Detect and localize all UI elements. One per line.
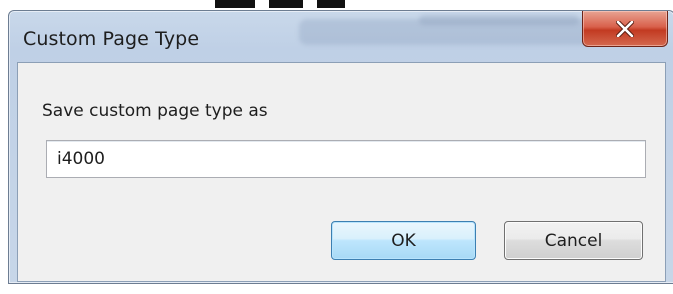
dialog-title: Custom Page Type [23, 28, 200, 50]
save-as-label: Save custom page type as [42, 101, 268, 121]
dialog-client-area: Save custom page type as OK Cancel [17, 62, 666, 282]
close-button[interactable] [582, 11, 668, 47]
dialog-titlebar[interactable]: Custom Page Type [9, 11, 673, 63]
page-type-name-input[interactable] [46, 140, 646, 178]
ok-button[interactable]: OK [331, 221, 476, 260]
titlebar-glass-reflection-2 [419, 15, 579, 25]
screen: Custom Page Type Save custom page type a… [0, 0, 673, 294]
close-icon [616, 20, 634, 37]
background-app-strip [215, 0, 345, 8]
custom-page-type-dialog: Custom Page Type Save custom page type a… [8, 10, 673, 284]
cancel-button[interactable]: Cancel [504, 221, 643, 260]
